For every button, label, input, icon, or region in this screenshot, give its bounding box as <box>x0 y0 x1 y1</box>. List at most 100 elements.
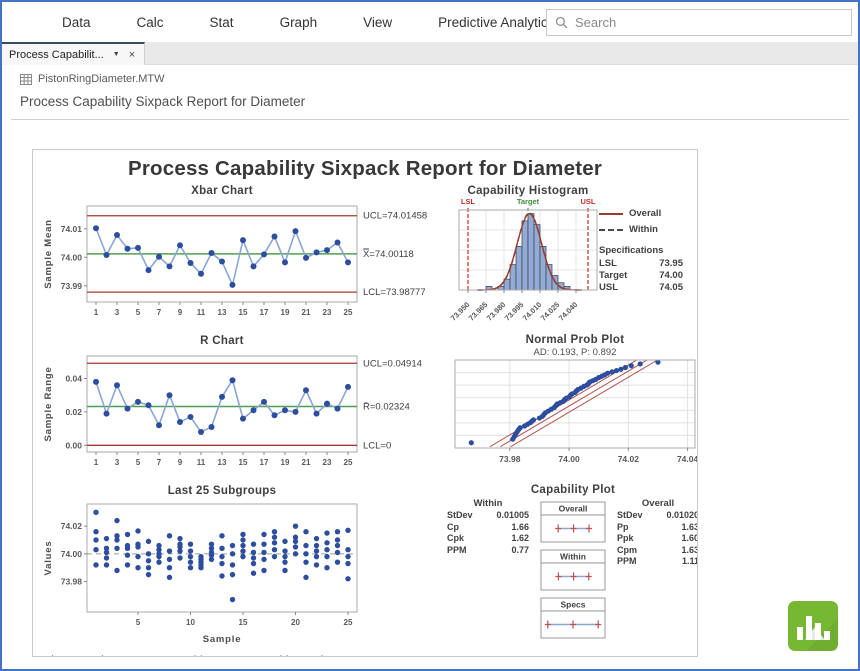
last-25-subgroups-chart[interactable]: Last 25 Subgroups 73.9874.0074.025101520… <box>39 482 443 650</box>
legend-overall-label: Overall <box>629 208 661 219</box>
capability-plot-block[interactable]: Capability Plot Within StDev0.01005 Cp1.… <box>447 482 698 650</box>
svg-text:11: 11 <box>197 458 206 467</box>
svg-text:X̿=74.00118: X̿=74.00118 <box>363 248 414 260</box>
svg-text:Sample Mean: Sample Mean <box>43 219 54 289</box>
svg-text:73.965: 73.965 <box>467 300 490 323</box>
capability-interval-plot: Overall Within Specs <box>539 498 607 646</box>
tab-label: Process Capabilit... <box>9 49 104 61</box>
svg-text:20: 20 <box>291 618 300 627</box>
xbar-chart-title: Xbar Chart <box>191 185 253 197</box>
svg-text:17: 17 <box>260 308 269 317</box>
svg-text:Specs: Specs <box>560 600 585 610</box>
svg-text:25: 25 <box>344 618 353 627</box>
svg-text:1: 1 <box>94 458 99 467</box>
svg-text:15: 15 <box>239 458 248 467</box>
worksheet-row: PistonRingDiameter.MTW <box>20 73 858 85</box>
svg-text:13: 13 <box>218 308 227 317</box>
svg-text:11: 11 <box>197 308 206 317</box>
capability-histogram[interactable]: Capability Histogram LSLUSLTarget73.9507… <box>447 182 599 332</box>
svg-text:0.00: 0.00 <box>65 440 82 450</box>
capability-plot-title: Capability Plot <box>447 484 698 496</box>
svg-text:5: 5 <box>136 308 141 317</box>
svg-text:73.98: 73.98 <box>61 577 83 587</box>
overall-stats: Overall StDev0.01020 Pp1.63 Ppk1.60 Cpm1… <box>617 498 698 646</box>
tab-strip: Process Capabilit... ▼ × <box>2 42 858 65</box>
svg-text:0.02: 0.02 <box>65 407 82 417</box>
svg-text:13: 13 <box>218 458 227 467</box>
svg-text:73.99: 73.99 <box>61 281 83 291</box>
worksheet-name[interactable]: PistonRingDiameter.MTW <box>38 73 165 85</box>
svg-text:74.025: 74.025 <box>539 300 562 323</box>
svg-text:25: 25 <box>344 308 353 317</box>
report-canvas[interactable]: Process Capability Sixpack Report for Di… <box>32 149 698 657</box>
tab-process-capability[interactable]: Process Capabilit... ▼ × <box>2 42 145 65</box>
tab-dropdown-icon[interactable]: ▼ <box>113 51 120 58</box>
svg-text:23: 23 <box>323 458 332 467</box>
histogram-legend: Overall Within Specifications LSL73.95 T… <box>599 182 697 332</box>
report-title: Process Capability Sixpack Report for Di… <box>39 157 691 181</box>
svg-text:17: 17 <box>260 458 269 467</box>
svg-text:UCL=0.04914: UCL=0.04914 <box>363 358 422 369</box>
search-box[interactable] <box>546 9 852 36</box>
svg-text:74.02: 74.02 <box>618 454 640 464</box>
svg-text:USL: USL <box>581 197 596 206</box>
svg-text:Overall: Overall <box>559 504 588 514</box>
svg-text:5: 5 <box>136 458 141 467</box>
svg-text:74.00: 74.00 <box>61 252 83 262</box>
minitab-window: Data Calc Stat Graph View Predictive Ana… <box>0 0 860 671</box>
svg-text:7: 7 <box>157 458 162 467</box>
svg-text:1: 1 <box>94 308 99 317</box>
legend-item-overall: Overall <box>599 208 697 219</box>
menu-item-graph[interactable]: Graph <box>280 15 318 30</box>
svg-text:74.040: 74.040 <box>557 300 580 323</box>
svg-text:R̄=0.02324: R̄=0.02324 <box>363 402 410 413</box>
within-line-swatch <box>599 229 623 231</box>
svg-text:74.04: 74.04 <box>677 454 698 464</box>
xbar-chart[interactable]: Xbar Chart 73.9974.0074.0113579111315171… <box>39 182 443 332</box>
svg-text:25: 25 <box>344 458 353 467</box>
svg-text:7: 7 <box>157 308 162 317</box>
svg-text:73.98: 73.98 <box>499 454 521 464</box>
tab-close-icon[interactable]: × <box>129 49 135 61</box>
subgroups-title: Last 25 Subgroups <box>168 485 277 497</box>
r-chart[interactable]: R Chart 0.000.020.0413579111315171921232… <box>39 332 443 482</box>
svg-text:UCL=74.01458: UCL=74.01458 <box>363 211 427 222</box>
svg-text:21: 21 <box>302 308 311 317</box>
header-divider <box>11 119 849 120</box>
output-title: Process Capability Sixpack Report for Di… <box>20 94 858 109</box>
r-chart-title: R Chart <box>200 335 244 347</box>
menu-item-calc[interactable]: Calc <box>137 15 164 30</box>
svg-text:19: 19 <box>281 308 290 317</box>
specifications-title: Specifications <box>599 245 697 256</box>
sigma-footnote: The actual process spread is represented… <box>42 653 691 657</box>
search-input[interactable] <box>575 15 825 30</box>
menu-item-view[interactable]: View <box>363 15 392 30</box>
report-grid: Xbar Chart 73.9974.0074.0113579111315171… <box>39 182 691 650</box>
svg-text:9: 9 <box>178 308 183 317</box>
probplot-subtitle: AD: 0.193, P: 0.892 <box>534 347 617 358</box>
probplot-title: Normal Prob Plot <box>526 334 625 346</box>
legend-item-within: Within <box>599 224 697 235</box>
within-stats: Within StDev0.01005 Cp1.66 Cpk1.62 PPM0.… <box>447 498 529 646</box>
svg-text:Sample Range: Sample Range <box>43 366 54 441</box>
bar-chart-icon <box>788 601 838 651</box>
svg-text:74.00: 74.00 <box>558 454 580 464</box>
svg-text:LCL=73.98777: LCL=73.98777 <box>363 287 426 298</box>
capability-histogram-block: Capability Histogram LSLUSLTarget73.9507… <box>447 182 698 332</box>
spec-row-lsl: LSL73.95 <box>599 258 683 270</box>
minitab-logo <box>788 601 838 656</box>
menu-item-stat[interactable]: Stat <box>210 15 234 30</box>
histogram-title: Capability Histogram <box>467 185 588 197</box>
svg-text:5: 5 <box>136 618 141 627</box>
svg-text:73.950: 73.950 <box>449 300 472 323</box>
normal-prob-plot[interactable]: Normal Prob Plot AD: 0.193, P: 0.892 73.… <box>447 332 698 482</box>
svg-text:74.010: 74.010 <box>521 300 544 323</box>
menu-item-data[interactable]: Data <box>62 15 91 30</box>
svg-text:3: 3 <box>115 308 120 317</box>
svg-text:9: 9 <box>178 458 183 467</box>
svg-text:0.04: 0.04 <box>65 374 82 384</box>
svg-text:Within: Within <box>560 552 586 562</box>
svg-text:LCL=0: LCL=0 <box>363 440 391 451</box>
svg-text:74.00: 74.00 <box>61 549 83 559</box>
svg-text:73.995: 73.995 <box>503 300 526 323</box>
